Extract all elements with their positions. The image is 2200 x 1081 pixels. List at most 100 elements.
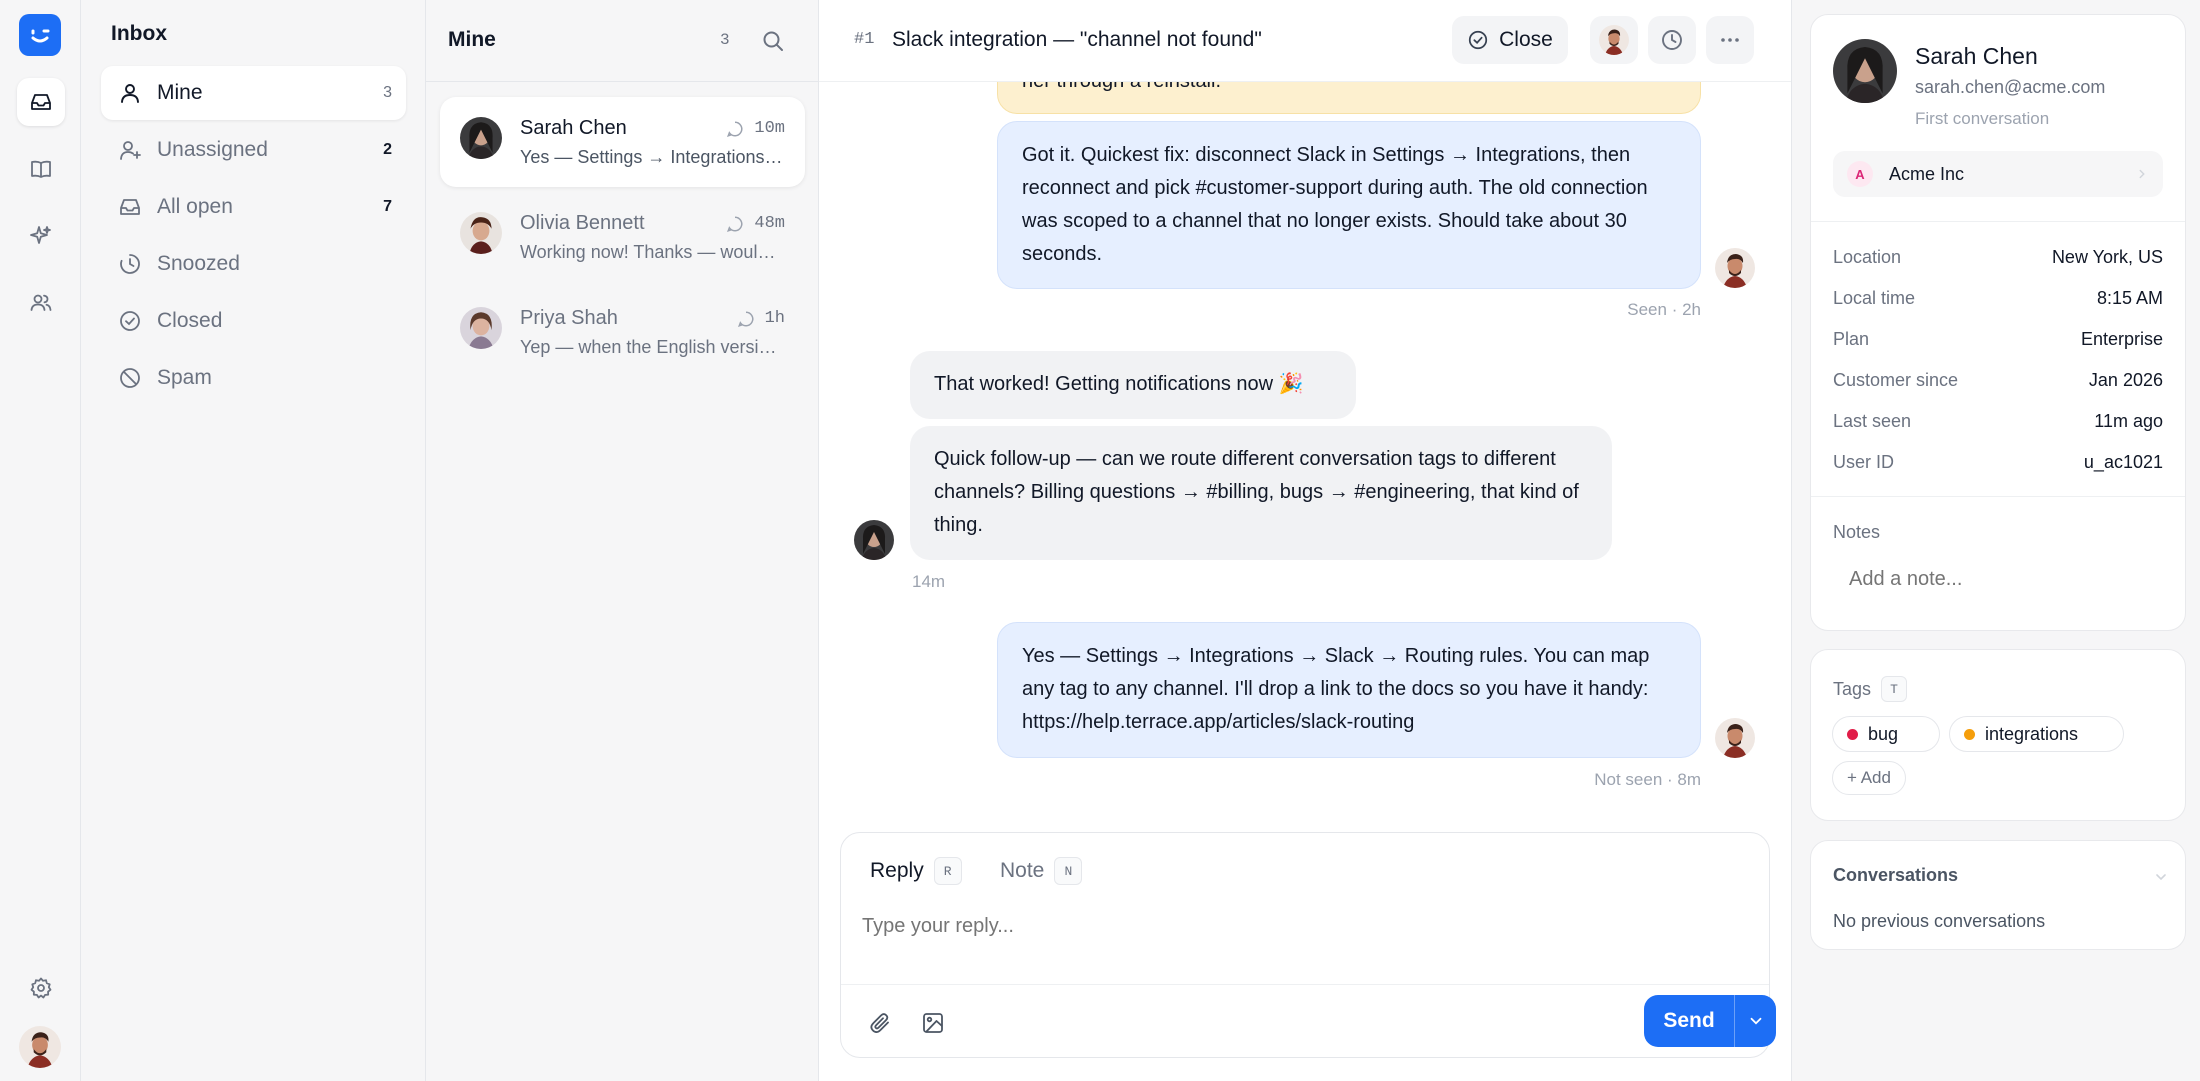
conversation-item[interactable]: Sarah Chen 10m Yes — Settings → Integrat…: [440, 97, 805, 187]
attribute-key: Last seen: [1833, 411, 1912, 431]
list-header: Mine 3: [426, 0, 818, 82]
attribute-value: 11m ago: [2094, 411, 2163, 431]
nav-item-count: 2: [383, 141, 392, 158]
attribute-value: 8:15 AM: [2096, 288, 2163, 308]
nav-item-label: Unassigned: [157, 138, 268, 161]
conversation-time: 48m: [754, 214, 785, 233]
agent-avatar: [1715, 248, 1755, 288]
attribute-value: Enterprise: [2080, 329, 2163, 349]
check-circle-icon: [117, 308, 143, 334]
chat-bubble-icon: [737, 311, 754, 327]
nav-item-label: Snoozed: [157, 252, 240, 275]
nav-item-snoozed[interactable]: Snoozed: [101, 237, 406, 291]
conversation-time: 10m: [754, 119, 785, 138]
reply-composer: Reply R Note N Send: [840, 832, 1776, 1058]
company-name: Acme Inc: [1889, 163, 1965, 184]
inbox-icon[interactable]: [17, 78, 65, 126]
user-plus-icon: [117, 137, 143, 163]
tags-label: Tags: [1833, 678, 1872, 699]
profile-email[interactable]: sarah.chen@acme.com: [1915, 77, 2105, 98]
customer-message-bubble: Quick follow-up — can we route different…: [910, 426, 1612, 560]
customer-details-panel: Sarah Chen sarah.chen@acme.com First con…: [1791, 0, 2200, 1081]
assignee-avatar: [1599, 25, 1629, 55]
attribute-value: u_ac1021: [2083, 452, 2163, 472]
nav-item-unassigned[interactable]: Unassigned 2: [101, 123, 406, 177]
close-conversation-button[interactable]: Close: [1452, 16, 1568, 64]
reply-input[interactable]: [862, 915, 1742, 938]
user-icon: [117, 80, 143, 106]
attribute-row: Plan Enterprise: [1833, 329, 2163, 350]
message-status: Seen · 2h: [1627, 300, 1701, 319]
nav-item-count: 3: [383, 84, 392, 101]
snooze-icon: [117, 251, 143, 277]
inbox-icon: [117, 194, 143, 220]
tab-reply[interactable]: Reply R: [870, 857, 962, 885]
shortcut-key: N: [1054, 857, 1083, 885]
company-badge: A: [1847, 161, 1873, 187]
message-time: 14m: [912, 572, 946, 591]
attribute-key: Location: [1833, 247, 1902, 267]
tab-label: Reply: [870, 859, 924, 882]
message-text: Quick follow-up — can we route different…: [934, 448, 1579, 536]
attribute-row: Last seen 11m ago: [1833, 411, 2163, 432]
tab-note[interactable]: Note N: [1000, 857, 1083, 885]
conversation-name: Sarah Chen: [520, 117, 627, 139]
conversation-preview: Working now! Thanks — would love to see …: [520, 242, 785, 262]
tag-color-dot: [1964, 728, 1975, 740]
logo-smile-icon[interactable]: [19, 14, 61, 56]
conversation-preview: Yes — Settings → Integrations → Slack → …: [520, 147, 785, 167]
company-link[interactable]: A Acme Inc: [1833, 151, 2163, 197]
tag-color-dot: [1847, 728, 1858, 740]
nav-item-label: Mine: [157, 81, 203, 104]
attribute-row: Local time 8:15 AM: [1833, 288, 2163, 309]
chevron-down-icon[interactable]: [2153, 869, 2169, 885]
avatar: [460, 212, 502, 254]
image-icon[interactable]: [915, 1005, 951, 1041]
tag-integrations-pill[interactable]: integrations: [1949, 716, 2124, 752]
conversation-item[interactable]: Olivia Bennett 48m Working now! Thanks —…: [440, 192, 805, 282]
conversation-meta: 10m: [726, 119, 785, 138]
inbox-nav: Inbox Mine 3 Unassigned 2 All open 7 Sno…: [81, 0, 426, 1081]
nav-item-closed[interactable]: Closed: [101, 294, 406, 348]
divider: [1811, 496, 2185, 497]
no-conversations-text: No previous conversations: [1833, 911, 2046, 931]
note-input-field[interactable]: [1849, 568, 2149, 591]
book-icon[interactable]: [17, 145, 65, 193]
nav-item-mine[interactable]: Mine 3: [101, 66, 406, 120]
attribute-key: Local time: [1833, 288, 1916, 308]
tags-header: Tags T: [1833, 676, 1908, 702]
agent-message-bubble: Got it. Quickest fix: disconnect Slack i…: [997, 121, 1701, 289]
send-button[interactable]: Send: [1644, 995, 1776, 1047]
nav-list: Mine 3 Unassigned 2 All open 7 Snoozed C…: [101, 66, 406, 408]
sparkles-icon[interactable]: [17, 212, 65, 260]
attribute-key: Customer since: [1833, 370, 1959, 390]
attribute-row: User ID u_ac1021: [1833, 452, 2163, 473]
assignee-button[interactable]: [1590, 16, 1638, 64]
more-options-button[interactable]: [1706, 16, 1754, 64]
send-label: Send: [1663, 1009, 1715, 1032]
nav-item-all-open[interactable]: All open 7: [101, 180, 406, 234]
message-thread: her through a reinstall. Got it. Quickes…: [819, 0, 1791, 810]
add-tag-pill[interactable]: + Add: [1832, 761, 1906, 795]
shortcut-key: R: [933, 857, 962, 885]
tag-label: integrations: [1985, 723, 2079, 744]
gear-icon[interactable]: [17, 964, 65, 1012]
agent-message-bubble: Yes — Settings → Integrations → Slack → …: [997, 622, 1701, 758]
more-horizontal-icon: [1721, 38, 1739, 42]
agent-avatar: [1715, 718, 1755, 758]
attribute-key: Plan: [1833, 329, 1870, 349]
search-icon[interactable]: [756, 24, 790, 58]
tag-bug-pill[interactable]: bug: [1832, 716, 1940, 752]
avatar: [460, 117, 502, 159]
paperclip-icon[interactable]: [862, 1005, 898, 1041]
conversation-item[interactable]: Priya Shah 1h Yep — when the English ver…: [440, 287, 805, 377]
snooze-button[interactable]: [1648, 16, 1696, 64]
profile-name: Sarah Chen: [1915, 43, 2038, 69]
tab-label: Note: [1000, 859, 1045, 882]
nav-item-spam[interactable]: Spam: [101, 351, 406, 405]
users-icon[interactable]: [17, 279, 65, 327]
user-avatar[interactable]: [19, 1026, 61, 1068]
avatar: [1833, 39, 1897, 103]
list-count: 3: [720, 31, 730, 49]
chevron-down-icon[interactable]: [1735, 1012, 1776, 1030]
